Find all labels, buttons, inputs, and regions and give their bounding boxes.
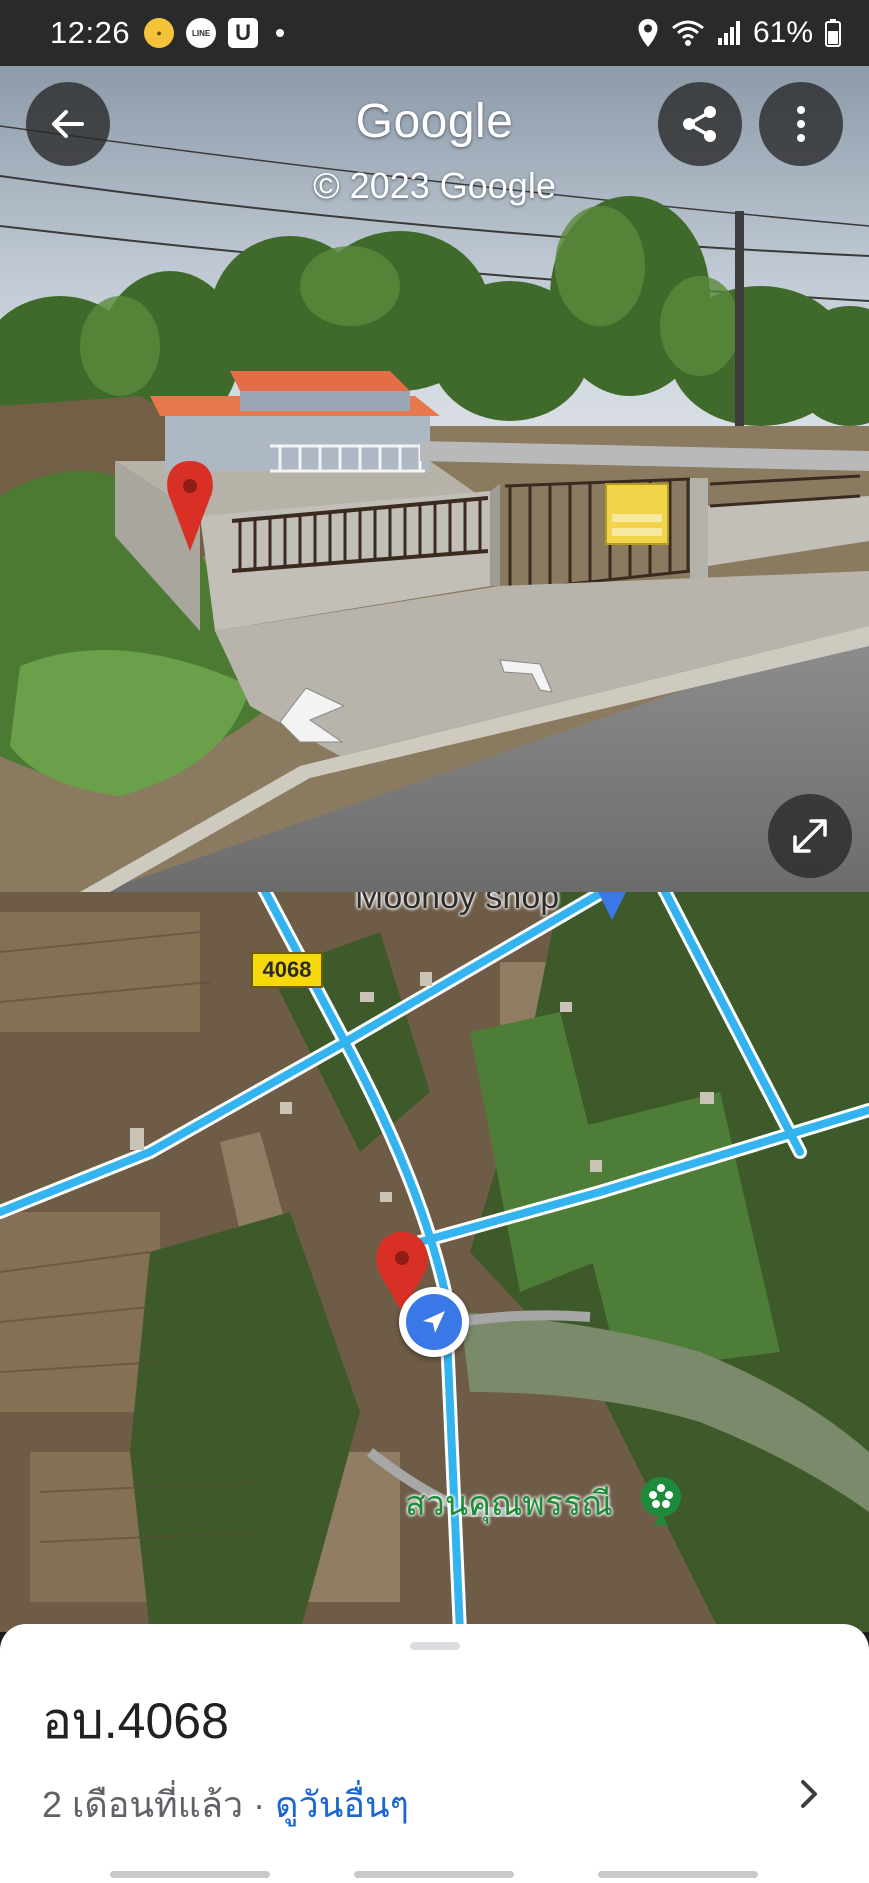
more-vert-icon — [797, 106, 805, 142]
meta-separator: · — [253, 1783, 266, 1825]
wifi-icon — [672, 20, 704, 46]
more-options-button[interactable] — [759, 82, 843, 166]
nav-bar — [0, 1843, 869, 1883]
bottom-sheet[interactable]: อบ.4068 2 เดือนที่แล้ว · ดูวันอื่นๆ — [0, 1624, 869, 1883]
imagery-date-row[interactable]: 2 เดือนที่แล้ว · ดูวันอื่นๆ — [42, 1776, 409, 1833]
copyright-text: © 2023 Google — [313, 165, 556, 206]
my-location-button[interactable] — [399, 1287, 469, 1357]
line-icon: LINE — [186, 18, 217, 48]
expand-button[interactable] — [768, 794, 852, 878]
battery-percent: 61% — [752, 16, 813, 49]
poi-label-park[interactable]: สวนคุณพรรณี — [405, 1476, 613, 1530]
see-more-dates-link[interactable]: ดูวันอื่นๆ — [275, 1776, 409, 1833]
battery-icon — [825, 19, 841, 47]
status-bar: 12:26 ● LINE U 61% — [0, 0, 869, 66]
drag-handle[interactable] — [410, 1642, 460, 1650]
street-view-header: Google © 2023 Google — [0, 66, 869, 226]
fullscreen-expand-icon — [793, 819, 827, 853]
more-notifications-dot-icon — [276, 29, 285, 37]
status-time: 12:26 — [50, 15, 131, 50]
nav-recents[interactable] — [110, 1871, 270, 1878]
app-badge-icon: ● — [144, 18, 175, 48]
nav-home[interactable] — [354, 1871, 514, 1878]
nav-back[interactable] — [598, 1871, 758, 1878]
navigation-arrow-icon — [406, 1294, 462, 1350]
poi-label-shop[interactable]: Moohoy shop — [355, 892, 559, 917]
notification-icons: ● LINE U — [144, 18, 285, 48]
chevron-right-icon[interactable] — [789, 1774, 829, 1814]
share-icon — [683, 106, 716, 142]
route-shield: 4068 — [251, 952, 323, 988]
park-poi-icon[interactable] — [641, 1477, 681, 1517]
place-title: อบ.4068 — [42, 1693, 229, 1749]
share-button[interactable] — [658, 82, 742, 166]
imagery-age: 2 เดือนที่แล้ว — [42, 1784, 244, 1825]
u-app-icon: U — [228, 18, 259, 48]
signal-icon — [717, 21, 740, 45]
location-icon — [638, 19, 658, 47]
satellite-map[interactable]: Moohoy shop สวนคุณพรรณี — [0, 892, 869, 1632]
